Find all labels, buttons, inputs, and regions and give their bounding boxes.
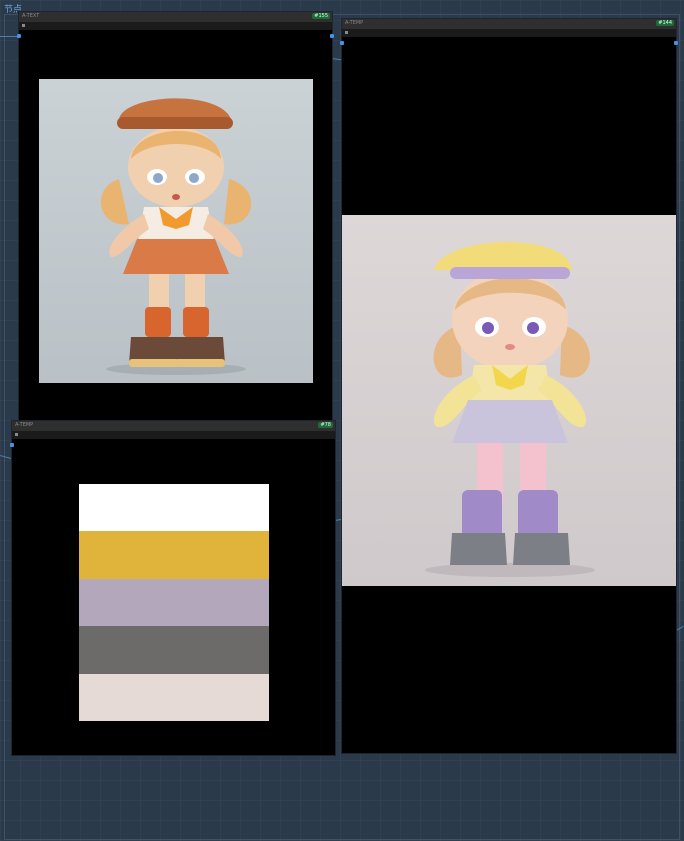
node-sub-icon bbox=[22, 24, 25, 27]
output-port[interactable] bbox=[330, 34, 334, 38]
input-port[interactable] bbox=[10, 443, 14, 447]
palette-swatch bbox=[79, 674, 269, 721]
node-color-palette[interactable]: A-TEMP #78 bbox=[10, 421, 335, 755]
node-title: A-TEMP bbox=[15, 422, 34, 428]
node-id-badge: #144 bbox=[656, 20, 674, 26]
node-image-preview-2[interactable]: A-TEMP #144 bbox=[340, 19, 678, 753]
palette-swatch bbox=[79, 531, 269, 579]
node-image-preview-1[interactable]: A-TEXT #155 bbox=[17, 12, 334, 420]
figure-yellow-purple-outfit-image bbox=[342, 215, 676, 586]
node-subbar bbox=[342, 29, 676, 37]
output-port[interactable] bbox=[674, 41, 678, 45]
node-sub-icon bbox=[345, 31, 348, 34]
figure-orange-outfit-image bbox=[39, 79, 313, 383]
input-port[interactable] bbox=[340, 41, 344, 45]
node-subbar bbox=[19, 22, 332, 30]
node-id-badge: #155 bbox=[312, 13, 330, 19]
node-title: A-TEXT bbox=[22, 13, 40, 19]
palette-swatch bbox=[79, 579, 269, 627]
node-id-badge: #78 bbox=[318, 422, 333, 428]
node-title: A-TEMP bbox=[345, 20, 364, 26]
figure-yellow-purple-outfit-illustration bbox=[425, 241, 595, 577]
node-subbar bbox=[12, 431, 335, 439]
color-palette-image bbox=[79, 484, 269, 721]
figure-orange-outfit-illustration bbox=[100, 98, 252, 375]
palette-swatch bbox=[79, 626, 269, 674]
node-sub-icon bbox=[15, 433, 18, 436]
input-port[interactable] bbox=[17, 34, 21, 38]
palette-swatch bbox=[79, 484, 269, 532]
